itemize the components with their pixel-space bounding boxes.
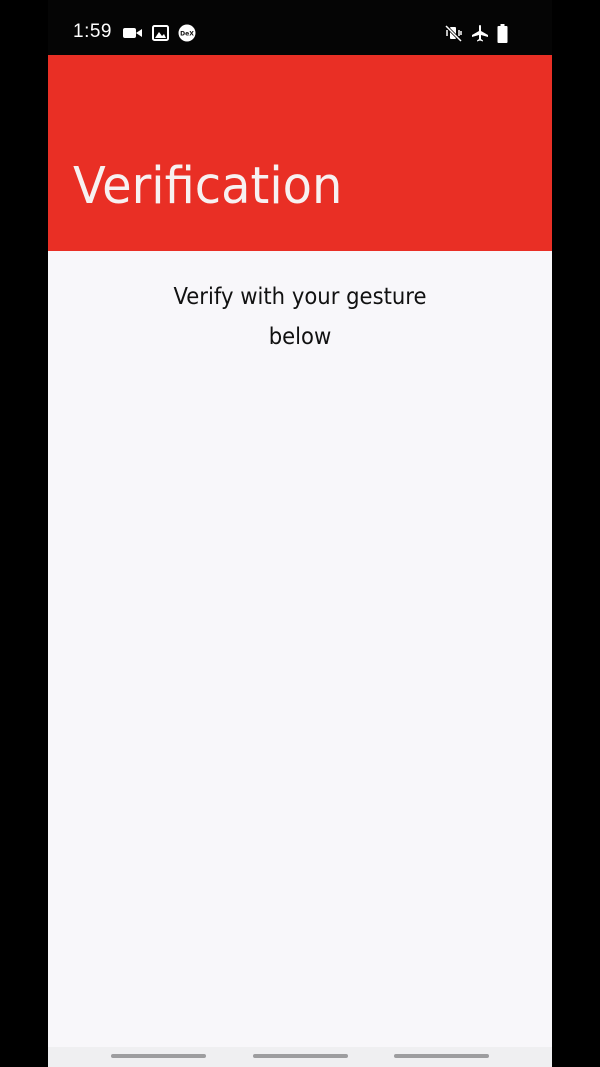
battery-icon [497,23,508,43]
page-title: Verification [73,157,343,216]
status-time: 1:59 [73,21,112,42]
app-header: Verification [48,55,552,251]
dex-icon-label: DeX [180,31,194,38]
video-camera-icon [123,26,143,40]
instruction-line-1: Verify with your gesture [173,284,427,310]
app-screen: Verification Verify with your gesture be… [48,55,552,1047]
mute-vibrate-icon [444,24,463,43]
nav-back-button[interactable] [394,1054,489,1058]
gallery-icon [152,25,169,41]
dex-icon: DeX [178,24,196,42]
status-left-icons: DeX [123,24,196,42]
instruction-line-2: below [268,324,332,350]
phone-screen: 1:59 DeX Verification Verify with your g… [0,0,600,1067]
navigation-bar [48,1047,552,1067]
status-bar: 1:59 DeX [48,0,552,55]
nav-recents-button[interactable] [111,1054,206,1058]
nav-home-button[interactable] [253,1054,348,1058]
status-right-icons [444,23,508,43]
airplane-mode-icon [471,24,489,42]
gesture-instruction: Verify with your gesture below [162,277,438,357]
